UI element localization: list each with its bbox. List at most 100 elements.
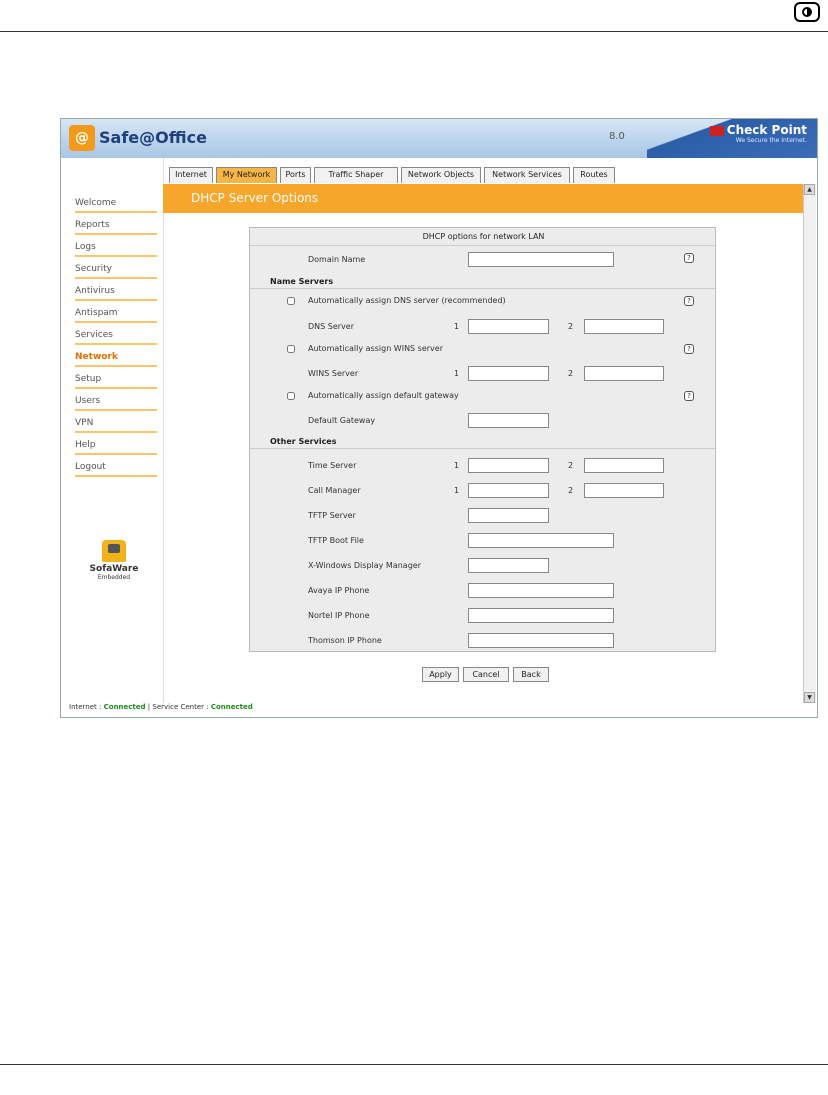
sidebar-item-services[interactable]: Services: [75, 327, 157, 345]
thomson-ip-phone-label: Thomson IP Phone: [308, 636, 382, 645]
auto-wins-label: Automatically assign WINS server: [308, 344, 444, 353]
tab-network-objects[interactable]: Network Objects: [401, 167, 481, 183]
wins-server-1-field[interactable]: [468, 366, 549, 381]
tab-my-network[interactable]: My Network: [216, 167, 277, 183]
xdm-label: X-Windows Display Manager: [308, 561, 421, 570]
call-manager-1-field[interactable]: [468, 483, 549, 498]
sidebar-item-users[interactable]: Users: [75, 393, 157, 411]
top-rule: [0, 31, 828, 32]
dns-server-label: DNS Server: [308, 322, 354, 331]
dns-server-2-index: 2: [568, 322, 574, 331]
app-header: @ Safe@Office 8.0 Check Point We Secure …: [61, 119, 817, 158]
call-manager-1-index: 1: [454, 486, 460, 495]
wins-server-2-index: 2: [568, 369, 574, 378]
tab-network-services[interactable]: Network Services: [484, 167, 570, 183]
page-title: DHCP Server Options: [191, 191, 319, 205]
sidebar-item-network[interactable]: Network: [75, 349, 157, 367]
time-server-label: Time Server: [308, 461, 357, 470]
time-server-1-field[interactable]: [468, 458, 549, 473]
divider: [250, 448, 715, 449]
app-version: 8.0: [609, 131, 625, 142]
name-servers-heading: Name Servers: [270, 277, 334, 286]
sidebar-item-help[interactable]: Help: [75, 437, 157, 455]
sofaware-sub: Embedded: [97, 574, 131, 581]
nortel-ip-phone-field[interactable]: [468, 608, 614, 623]
auto-dns-checkbox[interactable]: [287, 297, 295, 305]
sidebar-item-reports[interactable]: Reports: [75, 217, 157, 235]
xdm-field[interactable]: [468, 558, 549, 573]
help-icon[interactable]: ?: [684, 391, 694, 401]
divider: [250, 288, 715, 289]
brand-name: Check Point: [726, 123, 807, 137]
time-server-1-index: 1: [454, 461, 460, 470]
scroll-up-icon[interactable]: ▲: [804, 184, 815, 195]
auto-dns-label: Automatically assign DNS server (recomme…: [308, 296, 506, 305]
sidebar-item-antivirus[interactable]: Antivirus: [75, 283, 157, 301]
tftp-server-label: TFTP Server: [308, 511, 356, 520]
brand-tagline: We Secure the Internet.: [735, 137, 807, 144]
sidebar-item-logout[interactable]: Logout: [75, 459, 157, 477]
sidebar-item-vpn[interactable]: VPN: [75, 415, 157, 433]
back-button[interactable]: Back: [513, 667, 549, 682]
divider: [250, 245, 715, 246]
domain-name-field[interactable]: [468, 252, 614, 267]
help-icon[interactable]: ?: [684, 253, 694, 263]
wins-server-label: WINS Server: [308, 369, 359, 378]
sofa-icon: [102, 540, 126, 562]
help-icon[interactable]: ?: [684, 296, 694, 306]
call-manager-2-index: 2: [568, 486, 574, 495]
wins-server-1-index: 1: [454, 369, 460, 378]
sidebar-item-antispam[interactable]: Antispam: [75, 305, 157, 323]
avaya-ip-phone-label: Avaya IP Phone: [308, 586, 370, 595]
page-banner: DHCP Server Options: [163, 184, 803, 213]
tab-internet[interactable]: Internet: [169, 167, 213, 183]
auto-gateway-checkbox[interactable]: [287, 392, 295, 400]
auto-gateway-label: Automatically assign default gateway: [308, 391, 459, 400]
scroll-down-icon[interactable]: ▼: [804, 692, 815, 703]
nortel-ip-phone-label: Nortel IP Phone: [308, 611, 370, 620]
thomson-ip-phone-field[interactable]: [468, 633, 614, 648]
domain-name-label: Domain Name: [308, 255, 366, 264]
tftp-boot-file-field[interactable]: [468, 533, 614, 548]
time-server-2-index: 2: [568, 461, 574, 470]
service-center-label: Service Center :: [152, 703, 209, 711]
tab-routes[interactable]: Routes: [573, 167, 615, 183]
safe-at-office-logo-icon: @: [69, 125, 95, 151]
tftp-server-field[interactable]: [468, 508, 549, 523]
dns-server-2-field[interactable]: [584, 319, 664, 334]
help-icon[interactable]: ?: [684, 344, 694, 354]
tftp-boot-file-label: TFTP Boot File: [308, 536, 364, 545]
app-title: Safe@Office: [99, 128, 207, 147]
sidebar-item-logs[interactable]: Logs: [75, 239, 157, 257]
dns-server-1-index: 1: [454, 322, 460, 331]
sidebar-item-setup[interactable]: Setup: [75, 371, 157, 389]
avaya-ip-phone-field[interactable]: [468, 583, 614, 598]
service-center-value: Connected: [210, 703, 253, 711]
vertical-scrollbar[interactable]: ▲ ▼: [803, 184, 816, 703]
sofaware-name: SofaWare: [89, 564, 139, 574]
wins-server-2-field[interactable]: [584, 366, 664, 381]
call-manager-label: Call Manager: [308, 486, 361, 495]
eye-icon: [794, 2, 820, 22]
default-gateway-field[interactable]: [468, 413, 549, 428]
dns-server-1-field[interactable]: [468, 319, 549, 334]
check-point-logo-icon: [709, 125, 724, 136]
auto-wins-checkbox[interactable]: [287, 345, 295, 353]
sidebar: Welcome Reports Logs Security Antivirus …: [61, 158, 164, 703]
sofaware-logo: SofaWare Embedded: [89, 540, 139, 581]
sidebar-item-welcome[interactable]: Welcome: [75, 195, 157, 213]
tab-ports[interactable]: Ports: [280, 167, 311, 183]
default-gateway-label: Default Gateway: [308, 416, 376, 425]
bottom-rule: [0, 1064, 828, 1065]
apply-button[interactable]: Apply: [422, 667, 459, 682]
check-point-brand: Check Point We Secure the Internet.: [709, 123, 807, 144]
internet-status-label: Internet :: [69, 703, 102, 711]
dhcp-options-panel: DHCP options for network LAN Domain Name…: [249, 227, 716, 652]
status-bar: Internet : Connected | Service Center : …: [69, 703, 253, 711]
time-server-2-field[interactable]: [584, 458, 664, 473]
app-window: @ Safe@Office 8.0 Check Point We Secure …: [60, 118, 818, 718]
call-manager-2-field[interactable]: [584, 483, 664, 498]
tab-traffic-shaper[interactable]: Traffic Shaper: [314, 167, 398, 183]
cancel-button[interactable]: Cancel: [463, 667, 509, 682]
sidebar-item-security[interactable]: Security: [75, 261, 157, 279]
